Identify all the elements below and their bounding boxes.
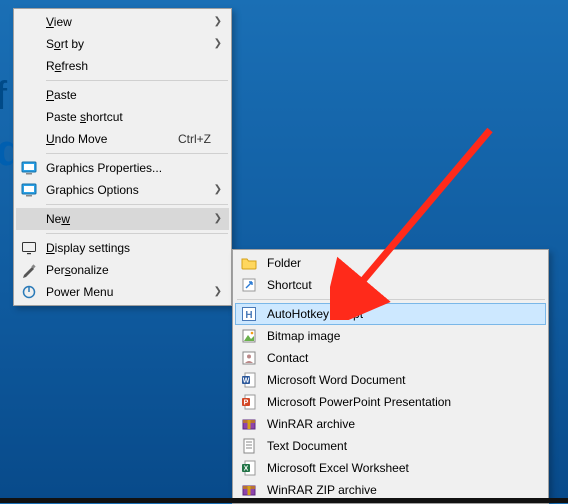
menu-item-display-settings[interactable]: Display settings [16,237,229,259]
menu-item-label: Refresh [42,59,229,73]
submenu-item-shortcut[interactable]: Shortcut [235,274,546,296]
submenu-arrow-icon: ❯ [214,16,222,27]
excel-icon: X [235,460,263,476]
submenu-item-label: Bitmap image [263,329,546,343]
personalize-icon [16,262,42,278]
graphics-options-icon [16,182,42,198]
menu-item-personalize[interactable]: Personalize [16,259,229,281]
menu-item-paste-shortcut[interactable]: Paste shortcut [16,106,229,128]
menu-item-label: Graphics Properties... [42,161,229,175]
menu-item-label: Undo Move [42,132,178,146]
menu-item-undo-move[interactable]: Undo Move Ctrl+Z [16,128,229,150]
submenu-item-label: WinRAR archive [263,417,546,431]
winrar-zip-icon [235,482,263,498]
menu-item-label: Paste [42,88,229,102]
menu-item-label: View [42,15,229,29]
svg-text:X: X [244,466,249,473]
menu-separator [46,153,228,154]
menu-item-label: Paste shortcut [42,110,229,124]
submenu-item-label: Text Document [263,439,546,453]
contact-icon [235,350,263,366]
graphics-properties-icon [16,160,42,176]
svg-text:W: W [243,378,250,385]
submenu-item-label: Shortcut [263,278,546,292]
submenu-item-excel-worksheet[interactable]: X Microsoft Excel Worksheet [235,457,546,479]
desktop-context-menu: View ❯ Sort by ❯ Refresh Paste Paste sho… [13,8,232,306]
menu-separator [46,233,228,234]
menu-item-new[interactable]: New ❯ [16,208,229,230]
bitmap-icon [235,328,263,344]
display-settings-icon [16,240,42,256]
svg-text:P: P [244,400,249,407]
winrar-icon [235,416,263,432]
power-icon [16,284,42,300]
menu-item-label: Power Menu [42,285,229,299]
submenu-item-contact[interactable]: Contact [235,347,546,369]
folder-icon [235,255,263,271]
submenu-item-label: Folder [263,256,546,270]
menu-item-label: Personalize [42,263,229,277]
submenu-item-powerpoint-presentation[interactable]: P Microsoft PowerPoint Presentation [235,391,546,413]
menu-item-label: Sort by [42,37,229,51]
svg-text:H: H [245,310,252,321]
menu-item-power-menu[interactable]: Power Menu ❯ [16,281,229,303]
menu-item-paste[interactable]: Paste [16,84,229,106]
submenu-item-word-document[interactable]: W Microsoft Word Document [235,369,546,391]
submenu-item-label: Contact [263,351,546,365]
menu-item-graphics-properties[interactable]: Graphics Properties... [16,157,229,179]
submenu-arrow-icon: ❯ [214,286,222,297]
submenu-item-label: AutoHotkey Script [263,307,546,321]
menu-item-label: New [42,212,229,226]
submenu-arrow-icon: ❯ [214,184,222,195]
menu-item-label: Graphics Options [42,183,229,197]
menu-item-label: Display settings [42,241,229,255]
menu-separator [46,204,228,205]
menu-item-refresh[interactable]: Refresh [16,55,229,77]
menu-separator [46,80,228,81]
menu-item-view[interactable]: View ❯ [16,11,229,33]
submenu-item-winrar-archive[interactable]: WinRAR archive [235,413,546,435]
submenu-item-label: Microsoft Word Document [263,373,546,387]
word-icon: W [235,372,263,388]
submenu-item-label: Microsoft Excel Worksheet [263,461,546,475]
menu-item-graphics-options[interactable]: Graphics Options ❯ [16,179,229,201]
menu-item-sort-by[interactable]: Sort by ❯ [16,33,229,55]
submenu-item-folder[interactable]: Folder [235,252,546,274]
submenu-arrow-icon: ❯ [214,38,222,49]
new-submenu: Folder Shortcut H AutoHotkey Script Bitm… [232,249,549,504]
submenu-item-autohotkey-script[interactable]: H AutoHotkey Script [235,303,546,325]
text-document-icon [235,438,263,454]
submenu-item-bitmap-image[interactable]: Bitmap image [235,325,546,347]
submenu-item-text-document[interactable]: Text Document [235,435,546,457]
shortcut-icon [235,277,263,293]
powerpoint-icon: P [235,394,263,410]
taskbar[interactable] [0,498,568,503]
menu-item-shortcut: Ctrl+Z [178,132,229,146]
background-text: f [0,74,7,119]
menu-separator [237,299,545,300]
submenu-item-label: WinRAR ZIP archive [263,483,546,497]
submenu-item-label: Microsoft PowerPoint Presentation [263,395,546,409]
submenu-arrow-icon: ❯ [214,213,222,224]
autohotkey-icon: H [235,306,263,322]
